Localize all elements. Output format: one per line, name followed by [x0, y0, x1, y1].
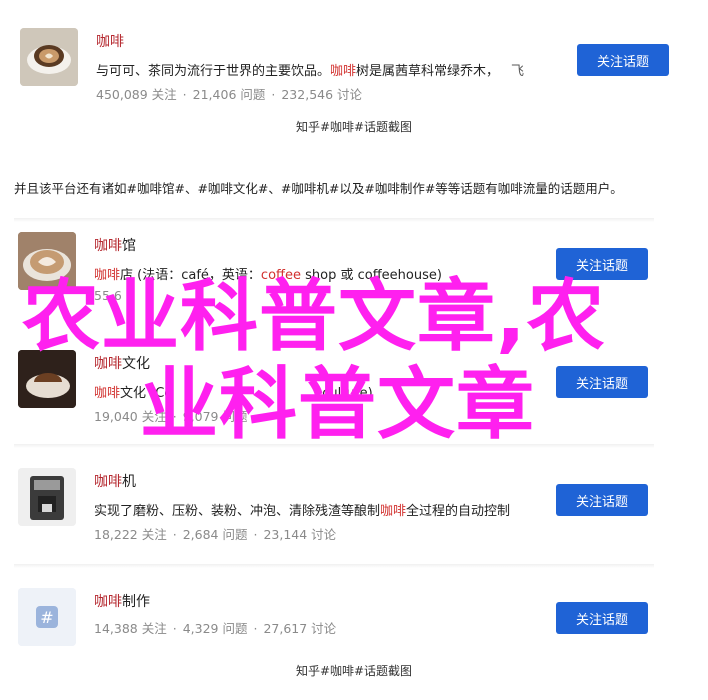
divider — [14, 564, 654, 568]
topic-stats: 19,040 关注 · 9,079 问题 — [94, 409, 248, 424]
follow-topic-button[interactable]: 关注话题 — [577, 44, 669, 76]
questions-count: 21,406 问题 — [192, 87, 266, 102]
questions-count: 4,329 问题 — [182, 621, 248, 636]
topic-description: 实现了磨粉、压粉、装粉、冲泡、清除残渣等酿制咖啡全过程的自动控制 — [94, 504, 511, 519]
topic-title[interactable]: 咖啡机 — [94, 471, 136, 491]
followers-count: 18,222 关注 — [94, 527, 167, 542]
coffee-machine-icon[interactable] — [18, 468, 76, 526]
topic-card-coffee-house: 咖啡馆 咖啡店 (法语：café，英语：coffee shop 或 coffee… — [18, 232, 658, 304]
topic-stats: 14,388 关注 · 4,329 问题 · 27,617 讨论 — [94, 621, 337, 636]
questions-count: 9,079 问题 — [182, 409, 248, 424]
topic-stats: 450,089 关注 · 21,406 问题 · 232,546 讨论 — [96, 87, 363, 102]
divider — [14, 218, 654, 222]
topic-card-coffee-making: # 咖啡制作 14,388 关注 · 4,329 问题 · 27,617 讨论 关注话题 — [18, 588, 658, 648]
followers-count: 19,040 关注 — [94, 409, 167, 424]
topic-title[interactable]: 咖啡 — [96, 31, 124, 51]
hashtag-icon[interactable]: # — [18, 588, 76, 646]
discussions-count: 23,144 讨论 — [263, 527, 337, 542]
follow-topic-button[interactable]: 关注话题 — [556, 602, 648, 634]
topic-card-coffee-culture: 咖啡文化 咖啡文化 (Co culture) 19,040 关注 · 9,079 问题… — [18, 350, 658, 424]
discussions-count: 232,546 讨论 — [281, 87, 363, 102]
divider — [14, 444, 654, 448]
coffee-cup-icon[interactable] — [18, 350, 76, 408]
svg-text:#: # — [40, 608, 53, 627]
topic-title[interactable]: 咖啡制作 — [94, 591, 150, 611]
followers-count: 450,089 关注 — [96, 87, 177, 102]
questions-count: 2,684 问题 — [182, 527, 248, 542]
coffee-latte-icon[interactable] — [18, 232, 76, 290]
topic-stats: 18,222 关注 · 2,684 问题 · 23,144 讨论 — [94, 527, 337, 542]
intro-text: 并且该平台还有诸如#咖啡馆#、#咖啡文化#、#咖啡机#以及#咖啡制作#等等话题有… — [14, 181, 623, 196]
topic-description: 与可可、茶同为流行于世界的主要饮品。咖啡树是属茜草科常绿乔木，飞 — [96, 64, 525, 79]
followers-count: 55,6 — [94, 288, 122, 303]
topic-stats: 55,6 — [94, 288, 122, 303]
caption-top: 知乎#咖啡#话题截图 — [295, 120, 413, 134]
discussions-count: 27,617 讨论 — [263, 621, 337, 636]
topic-card-coffee: 咖啡 与可可、茶同为流行于世界的主要饮品。咖啡树是属茜草科常绿乔木，飞 450,… — [14, 28, 669, 108]
topic-description: 咖啡店 (法语：café，英语：coffee shop 或 coffeehous… — [94, 268, 442, 283]
topic-title[interactable]: 咖啡馆 — [94, 235, 136, 255]
topic-description: 咖啡文化 (Co culture) — [94, 386, 373, 401]
coffee-cup-icon[interactable] — [20, 28, 78, 86]
topic-title[interactable]: 咖啡文化 — [94, 353, 150, 373]
follow-topic-button[interactable]: 关注话题 — [556, 366, 648, 398]
follow-topic-button[interactable]: 关注话题 — [556, 248, 648, 280]
topic-card-coffee-machine: 咖啡机 实现了磨粉、压粉、装粉、冲泡、清除残渣等酿制咖啡全过程的自动控制 18,… — [18, 468, 658, 542]
followers-count: 14,388 关注 — [94, 621, 167, 636]
caption-bottom: 知乎#咖啡#话题截图 — [295, 664, 413, 678]
follow-topic-button[interactable]: 关注话题 — [556, 484, 648, 516]
